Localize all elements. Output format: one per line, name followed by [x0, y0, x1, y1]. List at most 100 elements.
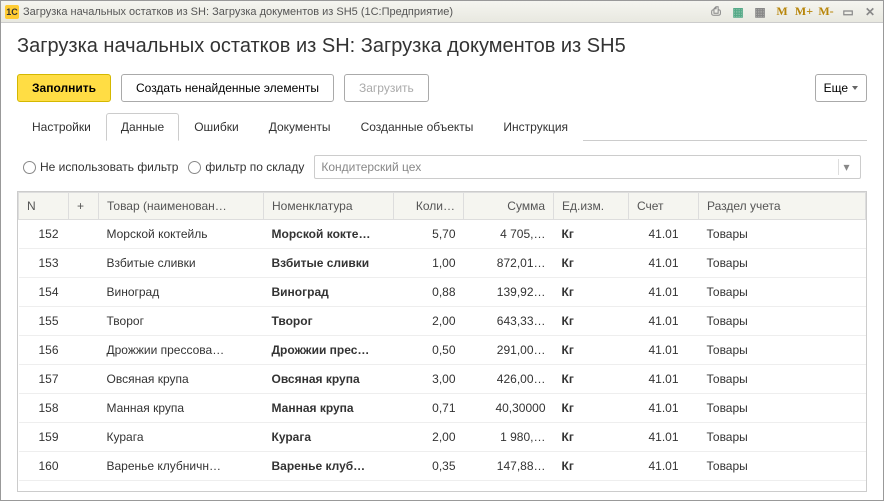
cell-sum: 872,01…: [464, 249, 554, 278]
calc-icon[interactable]: ▦: [729, 4, 747, 20]
cell-nom: Виноград: [264, 278, 394, 307]
col-nom[interactable]: Номенклатура: [264, 193, 394, 220]
cell-plus: [69, 278, 99, 307]
table-row[interactable]: 158Манная крупаМанная крупа0,7140,30000К…: [19, 394, 866, 423]
col-qty[interactable]: Коли…: [394, 193, 464, 220]
content-area: Загрузка начальных остатков из SH: Загру…: [1, 23, 883, 500]
col-sec[interactable]: Раздел учета: [699, 193, 866, 220]
cell-plus: [69, 394, 99, 423]
cell-unit: Кг: [554, 423, 629, 452]
cell-name: Овсяная крупа: [99, 365, 264, 394]
cell-sec: Товары: [699, 394, 866, 423]
cell-n: 159: [19, 423, 69, 452]
filter-row: Не использовать фильтр фильтр по складу …: [17, 141, 867, 191]
table-row[interactable]: 157Овсяная крупаОвсяная крупа3,00426,00……: [19, 365, 866, 394]
more-button[interactable]: Еще: [815, 74, 867, 102]
tab-4[interactable]: Созданные объекты: [346, 113, 489, 141]
cell-sec: Товары: [699, 423, 866, 452]
radio-icon: [23, 161, 36, 174]
cell-qty: 0,35: [394, 452, 464, 481]
col-sum[interactable]: Сумма: [464, 193, 554, 220]
tab-1[interactable]: Данные: [106, 113, 179, 141]
cell-acc: 41.01: [629, 452, 699, 481]
cell-sec: Товары: [699, 220, 866, 249]
table-row[interactable]: 156Дрожжии прессова…Дрожжии прес…0,50291…: [19, 336, 866, 365]
cell-unit: Кг: [554, 394, 629, 423]
cell-n: 153: [19, 249, 69, 278]
col-n[interactable]: N: [19, 193, 69, 220]
memory-m-button[interactable]: M: [773, 4, 791, 20]
titlebar: 1С Загрузка начальных остатков из SH: За…: [1, 1, 883, 23]
cell-n: 157: [19, 365, 69, 394]
cell-unit: Кг: [554, 365, 629, 394]
cell-nom: Варенье клуб…: [264, 452, 394, 481]
app-icon: 1С: [5, 5, 19, 19]
table-row[interactable]: 155ТворогТворог2,00643,33…Кг41.01Товары: [19, 307, 866, 336]
col-name[interactable]: Товар (наименован…: [99, 193, 264, 220]
cell-sum: 291,00…: [464, 336, 554, 365]
cell-plus: [69, 249, 99, 278]
warehouse-value: Кондитерский цех: [321, 160, 421, 174]
table-row[interactable]: 153Взбитые сливкиВзбитые сливки1,00872,0…: [19, 249, 866, 278]
minimize-icon[interactable]: ▭: [839, 4, 857, 20]
cell-n: 158: [19, 394, 69, 423]
cell-sum: 643,33…: [464, 307, 554, 336]
more-label: Еще: [824, 81, 848, 95]
cell-unit: Кг: [554, 452, 629, 481]
cell-qty: 3,00: [394, 365, 464, 394]
cell-acc: 41.01: [629, 278, 699, 307]
cell-acc: 41.01: [629, 220, 699, 249]
table-row[interactable]: 159КурагаКурага2,001 980,…Кг41.01Товары: [19, 423, 866, 452]
warehouse-select[interactable]: Кондитерский цех ▾: [314, 155, 861, 179]
data-grid[interactable]: N + Товар (наименован… Номенклатура Коли…: [17, 191, 867, 492]
cell-sum: 139,92…: [464, 278, 554, 307]
cell-unit: Кг: [554, 278, 629, 307]
fill-button[interactable]: Заполнить: [17, 74, 111, 102]
cell-acc: 41.01: [629, 423, 699, 452]
tab-0[interactable]: Настройки: [17, 113, 106, 141]
cell-acc: 41.01: [629, 365, 699, 394]
cell-n: 155: [19, 307, 69, 336]
cell-nom: Овсяная крупа: [264, 365, 394, 394]
cell-qty: 2,00: [394, 423, 464, 452]
cell-name: Дрожжии прессова…: [99, 336, 264, 365]
col-plus[interactable]: +: [69, 193, 99, 220]
cell-n: 154: [19, 278, 69, 307]
memory-mplus-button[interactable]: M+: [795, 4, 813, 20]
dropdown-icon[interactable]: ▾: [838, 159, 854, 175]
tab-bar: НастройкиДанныеОшибкиДокументыСозданные …: [17, 112, 867, 141]
memory-mminus-button[interactable]: M-: [817, 4, 835, 20]
cell-sec: Товары: [699, 365, 866, 394]
tab-3[interactable]: Документы: [254, 113, 346, 141]
close-icon[interactable]: ✕: [861, 4, 879, 20]
table-row[interactable]: 154ВиноградВиноград0,88139,92…Кг41.01Тов…: [19, 278, 866, 307]
cell-sec: Товары: [699, 452, 866, 481]
cell-name: Взбитые сливки: [99, 249, 264, 278]
cell-qty: 5,70: [394, 220, 464, 249]
col-unit[interactable]: Ед.изм.: [554, 193, 629, 220]
table-row[interactable]: 160Варенье клубничн…Варенье клуб…0,35147…: [19, 452, 866, 481]
cell-unit: Кг: [554, 307, 629, 336]
cell-acc: 41.01: [629, 307, 699, 336]
tab-2[interactable]: Ошибки: [179, 113, 254, 141]
radio-by-warehouse[interactable]: фильтр по складу: [188, 160, 304, 174]
table-row[interactable]: 152Морской коктейльМорской кокте…5,704 7…: [19, 220, 866, 249]
cell-qty: 2,00: [394, 307, 464, 336]
cell-sum: 1 980,…: [464, 423, 554, 452]
cell-unit: Кг: [554, 249, 629, 278]
radio-no-filter[interactable]: Не использовать фильтр: [23, 160, 178, 174]
page-title: Загрузка начальных остатков из SH: Загру…: [17, 35, 867, 58]
calendar-icon[interactable]: ▦: [751, 4, 769, 20]
tab-5[interactable]: Инструкция: [488, 113, 583, 141]
header-row: N + Товар (наименован… Номенклатура Коли…: [19, 193, 866, 220]
create-missing-button[interactable]: Создать ненайденные элементы: [121, 74, 334, 102]
cell-unit: Кг: [554, 336, 629, 365]
cell-nom: Манная крупа: [264, 394, 394, 423]
col-acc[interactable]: Счет: [629, 193, 699, 220]
cell-sum: 426,00…: [464, 365, 554, 394]
print-icon[interactable]: ⎙: [707, 4, 725, 20]
cell-name: Курага: [99, 423, 264, 452]
app-window: 1С Загрузка начальных остатков из SH: За…: [0, 0, 884, 501]
radio-icon: [188, 161, 201, 174]
cell-nom: Морской кокте…: [264, 220, 394, 249]
